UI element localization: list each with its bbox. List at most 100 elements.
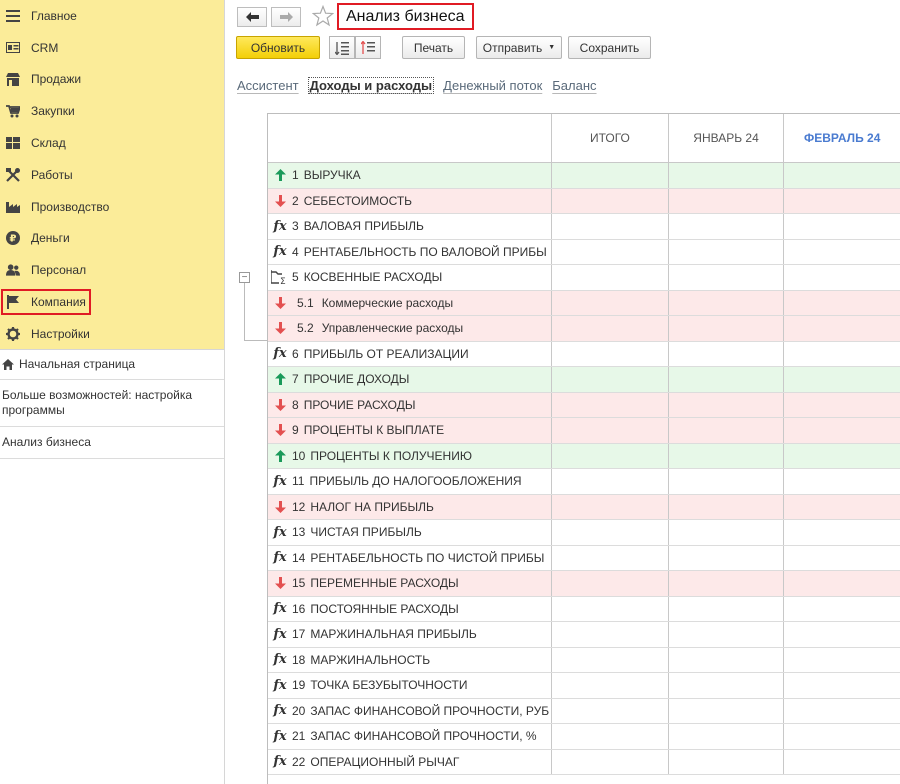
february-cell[interactable] [784, 622, 900, 647]
row-indicator-cell[interactable]: fx 4 РЕНТАБЕЛЬНОСТЬ ПО ВАЛОВОЙ ПРИБЫ [268, 239, 553, 264]
favorite-star-button[interactable] [311, 4, 335, 27]
tab-income-expenses[interactable]: Доходы и расходы [307, 77, 435, 94]
section-sales[interactable]: Продажи [0, 64, 224, 96]
february-cell[interactable] [784, 724, 900, 749]
total-cell[interactable] [552, 749, 669, 774]
table-row[interactable]: 8 ПРОЧИЕ РАСХОДЫ [268, 392, 900, 418]
table-row[interactable]: fx 16 ПОСТОЯННЫЕ РАСХОДЫ [268, 596, 900, 622]
february-cell[interactable] [784, 393, 900, 418]
row-indicator-cell[interactable]: fx 19 ТОЧКА БЕЗУБЫТОЧНОСТИ [268, 673, 553, 698]
table-row[interactable]: fx 20 ЗАПАС ФИНАНСОВОЙ ПРОЧНОСТИ, РУБ [268, 698, 900, 724]
total-cell[interactable] [552, 571, 669, 596]
nav-more-features[interactable]: Больше возможностей: настройка программы [0, 380, 224, 427]
february-cell[interactable] [784, 699, 900, 724]
table-row[interactable]: fx 4 РЕНТАБЕЛЬНОСТЬ ПО ВАЛОВОЙ ПРИБЫ [268, 239, 900, 265]
section-money[interactable]: ₽ Деньги [0, 223, 224, 255]
table-row[interactable]: 5.2 Управленческие расходы [268, 316, 900, 342]
table-row[interactable]: fx 22 ОПЕРАЦИОННЫЙ РЫЧАГ [268, 749, 900, 775]
total-cell[interactable] [552, 188, 669, 213]
table-row[interactable]: 1 ВЫРУЧКА [268, 163, 900, 189]
total-cell[interactable] [552, 647, 669, 672]
january-cell[interactable] [669, 596, 785, 621]
february-cell[interactable] [784, 444, 900, 469]
row-indicator-cell[interactable]: fx 21 ЗАПАС ФИНАНСОВОЙ ПРОЧНОСТИ, % [268, 724, 553, 749]
january-cell[interactable] [669, 214, 785, 239]
january-cell[interactable] [669, 341, 785, 366]
february-cell[interactable] [784, 520, 900, 545]
row-indicator-cell[interactable]: fx 18 МАРЖИНАЛЬНОСТЬ [268, 647, 553, 672]
nav-home[interactable]: Начальная страница [0, 350, 224, 380]
header-february[interactable]: ФЕВРАЛЬ 24 [784, 114, 900, 162]
january-cell[interactable] [669, 367, 785, 392]
row-indicator-cell[interactable]: fx 3 ВАЛОВАЯ ПРИБЫЛЬ [268, 214, 553, 239]
table-row[interactable]: 7 ПРОЧИЕ ДОХОДЫ [268, 367, 900, 393]
january-cell[interactable] [669, 749, 785, 774]
total-cell[interactable] [552, 469, 669, 494]
february-cell[interactable] [784, 163, 900, 188]
table-row[interactable]: fx 3 ВАЛОВАЯ ПРИБЫЛЬ [268, 214, 900, 240]
january-cell[interactable] [669, 520, 785, 545]
february-cell[interactable] [784, 648, 900, 673]
forward-button[interactable] [271, 7, 301, 27]
row-indicator-cell[interactable]: fx 20 ЗАПАС ФИНАНСОВОЙ ПРОЧНОСТИ, РУБ [268, 698, 553, 723]
table-row[interactable]: fx 6 ПРИБЫЛЬ ОТ РЕАЛИЗАЦИИ [268, 341, 900, 367]
january-cell[interactable] [669, 443, 785, 468]
tab-cash-flow[interactable]: Денежный поток [443, 78, 542, 93]
february-cell[interactable] [784, 342, 900, 367]
row-indicator-cell[interactable]: 5.2 Управленческие расходы [268, 316, 553, 341]
row-indicator-cell[interactable]: 5.1 Коммерческие расходы [268, 290, 553, 315]
row-indicator-cell[interactable]: fx 22 ОПЕРАЦИОННЫЙ РЫЧАГ [268, 749, 553, 774]
row-indicator-cell[interactable]: 1 ВЫРУЧКА [268, 163, 553, 188]
january-cell[interactable] [669, 163, 785, 188]
tab-assistant[interactable]: Ассистент [237, 78, 299, 93]
february-cell[interactable] [784, 214, 900, 239]
january-cell[interactable] [669, 673, 785, 698]
table-row[interactable]: fx 11 ПРИБЫЛЬ ДО НАЛОГООБЛОЖЕНИЯ [268, 469, 900, 495]
tab-balance[interactable]: Баланс [552, 78, 596, 93]
row-indicator-cell[interactable]: fx 6 ПРИБЫЛЬ ОТ РЕАЛИЗАЦИИ [268, 341, 553, 366]
section-purchases[interactable]: Закупки [0, 95, 224, 127]
february-cell[interactable] [784, 367, 900, 392]
total-cell[interactable] [552, 163, 669, 188]
section-production[interactable]: Производство [0, 191, 224, 223]
refresh-button[interactable]: Обновить [236, 36, 320, 59]
total-cell[interactable] [552, 494, 669, 519]
total-cell[interactable] [552, 520, 669, 545]
table-row[interactable]: fx 14 РЕНТАБЕЛЬНОСТЬ ПО ЧИСТОЙ ПРИБЫ [268, 545, 900, 571]
january-cell[interactable] [669, 469, 785, 494]
table-row[interactable]: fx 17 МАРЖИНАЛЬНАЯ ПРИБЫЛЬ [268, 622, 900, 648]
row-indicator-cell[interactable]: 10 ПРОЦЕНТЫ К ПОЛУЧЕНИЮ [268, 443, 553, 468]
january-cell[interactable] [669, 188, 785, 213]
total-cell[interactable] [552, 698, 669, 723]
section-company[interactable]: Компания [0, 286, 224, 318]
total-cell[interactable] [552, 724, 669, 749]
total-cell[interactable] [552, 214, 669, 239]
table-row[interactable]: 15 ПЕРЕМЕННЫЕ РАСХОДЫ [268, 571, 900, 597]
row-indicator-cell[interactable]: fx 17 МАРЖИНАЛЬНАЯ ПРИБЫЛЬ [268, 622, 553, 647]
collapse-rows-button[interactable] [355, 36, 381, 59]
section-works[interactable]: Работы [0, 159, 224, 191]
section-settings[interactable]: Настройки [0, 318, 224, 350]
january-cell[interactable] [669, 647, 785, 672]
row-indicator-cell[interactable]: 2 СЕБЕСТОИМОСТЬ [268, 188, 553, 213]
header-january[interactable]: ЯНВАРЬ 24 [669, 114, 785, 162]
print-button[interactable]: Печать [402, 36, 465, 59]
header-total[interactable]: ИТОГО [552, 114, 669, 162]
total-cell[interactable] [552, 265, 669, 290]
row-indicator-cell[interactable]: 15 ПЕРЕМЕННЫЕ РАСХОДЫ [268, 571, 553, 596]
table-row[interactable]: 2 СЕБЕСТОИМОСТЬ [268, 188, 900, 214]
february-cell[interactable] [784, 265, 900, 290]
section-warehouse[interactable]: Склад [0, 127, 224, 159]
table-row[interactable]: fx 19 ТОЧКА БЕЗУБЫТОЧНОСТИ [268, 673, 900, 699]
january-cell[interactable] [669, 392, 785, 417]
january-cell[interactable] [669, 622, 785, 647]
february-cell[interactable] [784, 495, 900, 520]
expand-rows-button[interactable] [329, 36, 355, 59]
table-row[interactable]: 5.1 Коммерческие расходы [268, 290, 900, 316]
row-indicator-cell[interactable]: 12 НАЛОГ НА ПРИБЫЛЬ [268, 494, 553, 519]
row-indicator-cell[interactable]: Σ 5 КОСВЕННЫЕ РАСХОДЫ [268, 265, 553, 290]
row-indicator-cell[interactable]: 7 ПРОЧИЕ ДОХОДЫ [268, 367, 553, 392]
table-row[interactable]: 10 ПРОЦЕНТЫ К ПОЛУЧЕНИЮ [268, 443, 900, 469]
table-row[interactable]: 9 ПРОЦЕНТЫ К ВЫПЛАТЕ [268, 418, 900, 444]
january-cell[interactable] [669, 724, 785, 749]
